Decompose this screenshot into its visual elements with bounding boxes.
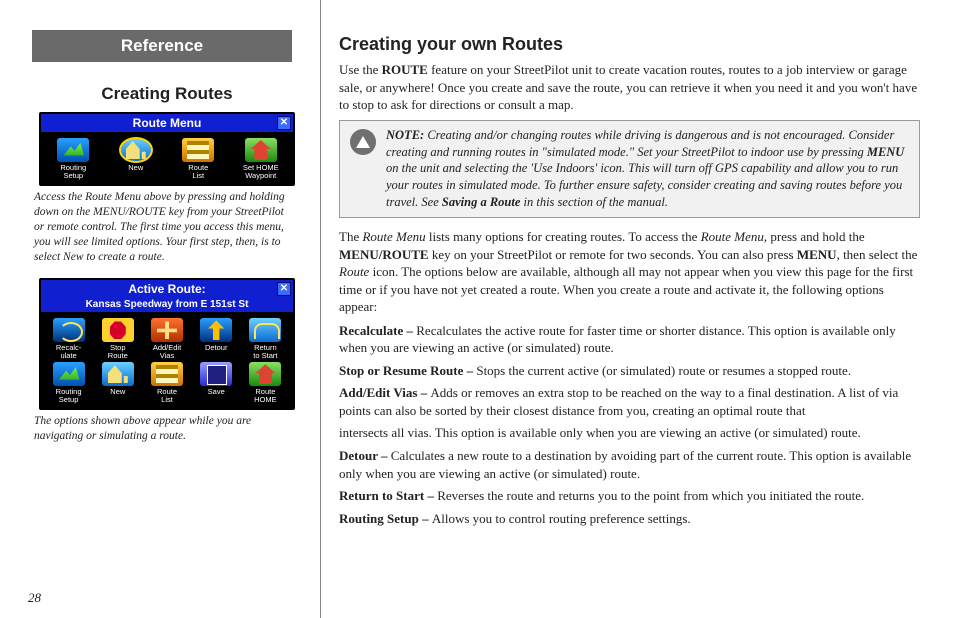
device-menu-item[interactable]: Routing Setup	[45, 362, 92, 404]
option-add-edit-vias-cont: intersects all vias. This option is avai…	[339, 424, 920, 442]
device-menu-item[interactable]: Route List	[170, 138, 227, 180]
device-menu-label: Route List	[170, 164, 227, 180]
screenshot2-caption: The options shown above appear while you…	[34, 414, 286, 444]
device-menu-label: Routing Setup	[45, 164, 102, 180]
device-menu-label: Add/Edit Vias	[143, 344, 190, 360]
device-menu-item[interactable]: Set HOME Waypoint	[233, 138, 290, 180]
option-detour: Detour – Calculates a new route to a des…	[339, 447, 920, 482]
recalc-icon	[53, 318, 85, 342]
list-icon	[182, 138, 214, 162]
device-menu-item[interactable]: Return to Start	[242, 318, 289, 360]
left-heading: Creating Routes	[32, 84, 302, 104]
page-number: 28	[28, 590, 41, 606]
device-screenshot-active-route: Active Route: ✕ Kansas Speedway from E 1…	[39, 278, 295, 410]
stop-icon	[102, 318, 134, 342]
return-icon	[249, 318, 281, 342]
device-title: Route Menu	[133, 116, 202, 130]
device-screenshot-route-menu: Route Menu ✕ Routing Setup New Route List S…	[39, 112, 295, 186]
left-column: Reference Creating Routes Route Menu ✕ R…	[0, 0, 320, 618]
section-banner: Reference	[32, 30, 292, 62]
setup-icon	[53, 362, 85, 386]
screenshot1-caption: Access the Route Menu above by pressing …	[34, 190, 286, 265]
main-heading: Creating your own Routes	[339, 34, 920, 55]
device-menu-label: Routing Setup	[45, 388, 92, 404]
route-menu-paragraph: The Route Menu lists many options for cr…	[339, 228, 920, 316]
device-menu-item[interactable]: Routing Setup	[45, 138, 102, 180]
device-subtitle: Kansas Speedway from E 151st St	[41, 298, 293, 312]
list-icon	[151, 362, 183, 386]
device-menu-item[interactable]: Stop Route	[94, 318, 141, 360]
setup-icon	[57, 138, 89, 162]
note-box: NOTE: Creating and/or changing routes wh…	[339, 120, 920, 218]
device-menu-label: Set HOME Waypoint	[233, 164, 290, 180]
device-menu-label: New	[108, 164, 165, 172]
save-icon	[200, 362, 232, 386]
device-menu-label: Route List	[143, 388, 190, 404]
right-column: Creating your own Routes Use the ROUTE f…	[320, 0, 954, 618]
device-menu-item[interactable]: Save	[193, 362, 240, 404]
device-title: Active Route:	[128, 282, 205, 296]
device-menu-label: New	[94, 388, 141, 396]
close-icon[interactable]: ✕	[277, 282, 291, 296]
device-titlebar: Active Route: ✕	[41, 280, 293, 298]
device-menu-label: Stop Route	[94, 344, 141, 360]
device-menu-item[interactable]: Route HOME	[242, 362, 289, 404]
option-return-to-start: Return to Start – Reverses the route and…	[339, 487, 920, 505]
device-menu-item[interactable]: New	[94, 362, 141, 404]
close-icon[interactable]: ✕	[277, 116, 291, 130]
device-menu-item[interactable]: Add/Edit Vias	[143, 318, 190, 360]
device-menu-label: Recalc- ulate	[45, 344, 92, 360]
intro-paragraph: Use the ROUTE feature on your StreetPilo…	[339, 61, 920, 114]
option-recalculate: Recalculate – Recalculates the active ro…	[339, 322, 920, 357]
vias-icon	[151, 318, 183, 342]
device-menu-label: Return to Start	[242, 344, 289, 360]
option-add-edit-vias: Add/Edit Vias – Adds or removes an extra…	[339, 384, 920, 419]
warning-icon	[350, 129, 376, 155]
home-icon	[249, 362, 281, 386]
device-menu-label: Detour	[193, 344, 240, 352]
new-icon	[120, 138, 152, 162]
device-titlebar: Route Menu ✕	[41, 114, 293, 132]
device-icon-grid: Routing Setup New Route List Set HOME Waypo…	[41, 132, 293, 184]
device-icon-grid: Recalc- ulateStop RouteAdd/Edit ViasDeto…	[41, 312, 293, 408]
note-text: NOTE: Creating and/or changing routes wh…	[386, 127, 909, 211]
option-stop-resume: Stop or Resume Route – Stops the current…	[339, 362, 920, 380]
device-menu-item[interactable]: Route List	[143, 362, 190, 404]
manual-page: Reference Creating Routes Route Menu ✕ R…	[0, 0, 954, 618]
device-menu-item[interactable]: New	[108, 138, 165, 180]
home-icon	[245, 138, 277, 162]
new-icon	[102, 362, 134, 386]
device-menu-item[interactable]: Detour	[193, 318, 240, 360]
device-menu-label: Save	[193, 388, 240, 396]
device-menu-label: Route HOME	[242, 388, 289, 404]
option-routing-setup: Routing Setup – Allows you to control ro…	[339, 510, 920, 528]
device-menu-item[interactable]: Recalc- ulate	[45, 318, 92, 360]
detour-icon	[200, 318, 232, 342]
